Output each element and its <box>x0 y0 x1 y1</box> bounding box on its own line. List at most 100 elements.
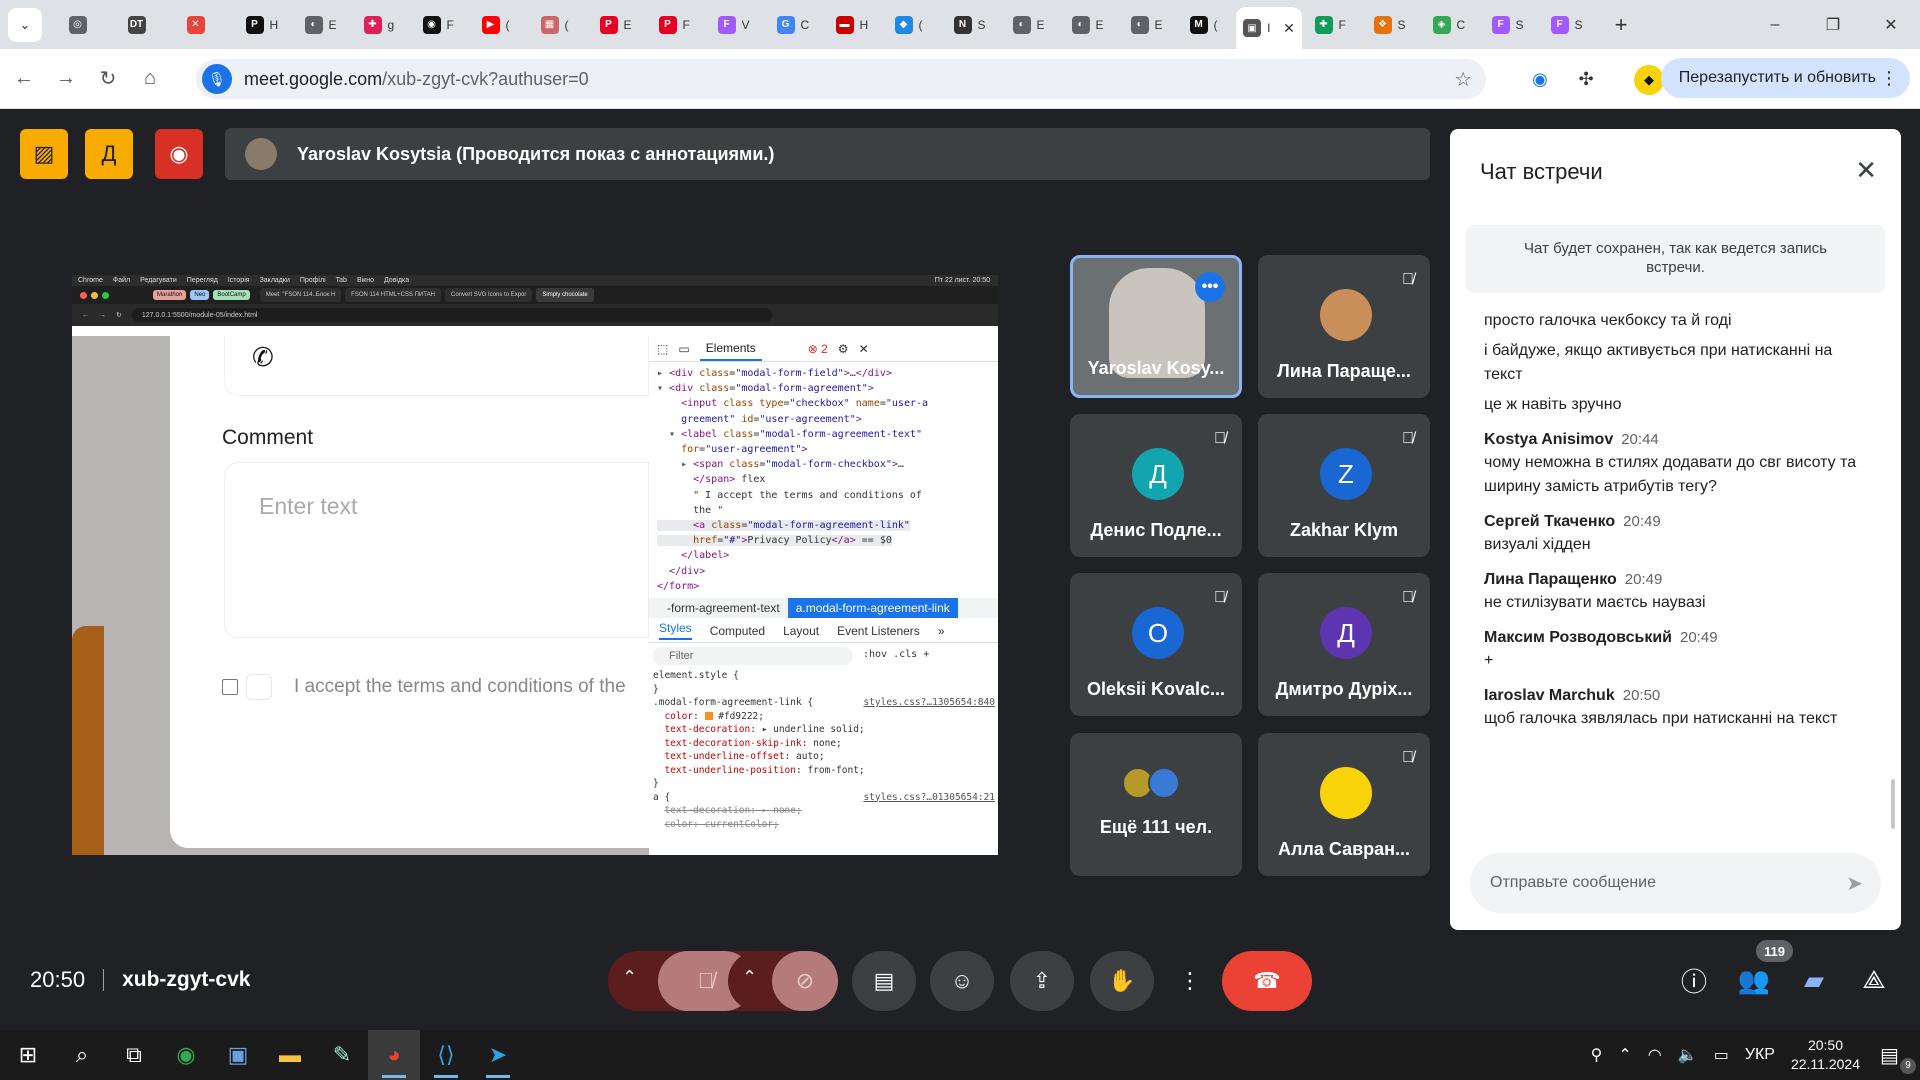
send-icon[interactable]: ➤ <box>1846 871 1863 896</box>
browser-tab[interactable]: ▬ H <box>823 6 882 44</box>
browser-tab[interactable]: FS <box>1538 6 1597 44</box>
presenter-text: Yaroslav Kosytsia (Проводится показ с ан… <box>297 143 775 164</box>
browser-tab[interactable]: GC <box>764 6 823 44</box>
forward-button[interactable]: → <box>48 61 84 97</box>
people-button[interactable]: 👥 <box>1732 958 1776 1002</box>
participant-tile[interactable]: 🎙̸ O Oleksii Kovalc... <box>1070 573 1242 716</box>
browser-tab[interactable]: PE <box>587 6 646 44</box>
menu-dots-icon[interactable]: ⋮ <box>1880 68 1898 89</box>
chrome-app[interactable]: ◕ <box>368 1030 420 1080</box>
participant-tile[interactable]: ••• Yaroslav Kosy... <box>1070 255 1242 398</box>
browser-tab[interactable]: ◐ E <box>1059 6 1118 44</box>
language-indicator[interactable]: УКР <box>1745 1046 1775 1064</box>
camera-off-button[interactable]: ⊘ <box>772 951 838 1011</box>
camera-options-chevron-icon[interactable]: ⌃ <box>742 967 757 988</box>
browser-tab[interactable]: DT <box>115 6 174 44</box>
maps-app[interactable]: ◉ <box>160 1030 212 1080</box>
chat-scrollbar[interactable] <box>1891 779 1895 829</box>
chat-button[interactable]: ▰ <box>1792 958 1836 1002</box>
close-chat-button[interactable]: ✕ <box>1855 155 1877 186</box>
profile-avatar[interactable]: ◆ <box>1634 65 1664 95</box>
task-view-button[interactable]: ⧉ <box>108 1030 160 1080</box>
decorative-strip <box>72 626 104 855</box>
home-button[interactable]: ⌂ <box>132 61 168 97</box>
recording-button[interactable]: ◉ <box>155 129 203 179</box>
browser-tab[interactable]: ✕ <box>174 6 233 44</box>
captions-button[interactable]: ▤ <box>852 951 916 1011</box>
browser-tab[interactable]: ◐ E <box>292 6 351 44</box>
close-window-button[interactable]: ✕ <box>1862 0 1920 49</box>
participant-tile[interactable]: 🎙̸ Лина Параще... <box>1258 255 1430 398</box>
browser-tab[interactable]: ❖ S <box>1361 6 1420 44</box>
minimize-button[interactable]: – <box>1746 0 1804 49</box>
chevron-up-icon[interactable]: ⌃ <box>1618 1045 1631 1065</box>
browser-tab[interactable]: ✚ g <box>351 6 410 44</box>
hand-icon: ✋ <box>1108 968 1136 993</box>
volume-icon[interactable]: 🔈 <box>1678 1045 1698 1065</box>
taskbar-clock[interactable]: 20:50 22.11.2024 <box>1791 1036 1860 1074</box>
styles-pane: element.style { } .modal-form-agreement-… <box>653 670 995 830</box>
browser-tab[interactable]: PH <box>233 6 292 44</box>
reload-icon: ↻ <box>99 68 117 90</box>
bookmark-star-icon[interactable]: ☆ <box>1454 67 1472 92</box>
relaunch-update-button[interactable]: Перезапустить и обновить ⋮ <box>1660 58 1910 98</box>
browser-tab[interactable]: PF <box>646 6 705 44</box>
tab-favicon-icon: M <box>1189 15 1208 34</box>
paint-app[interactable]: ✎ <box>316 1030 368 1080</box>
browser-tab[interactable]: FV <box>705 6 764 44</box>
chat-message-input[interactable]: Отправьте сообщение ➤ <box>1470 853 1881 913</box>
whiteboard-button[interactable]: Д <box>85 129 133 179</box>
bookmark-pill: Neo <box>190 290 210 300</box>
browser-tab[interactable]: ◐ E <box>1118 6 1177 44</box>
new-tab-button[interactable]: + <box>1605 9 1637 41</box>
browser-tab[interactable]: ◐ E <box>1000 6 1059 44</box>
participant-tile[interactable]: 🎙̸ Алла Савран... <box>1258 733 1430 876</box>
camera-control-group: ⌃ ⊘ <box>728 951 838 1011</box>
address-bar[interactable]: 🎙 meet.google.com/xub-zgyt-cvk?authuser=… <box>196 59 1486 99</box>
browser-tab[interactable]: ▦( <box>528 6 587 44</box>
extension-icon[interactable]: ◉ <box>1526 65 1554 93</box>
close-tab-icon[interactable]: ✕ <box>1283 20 1295 37</box>
people-tray-icon[interactable]: ⚲ <box>1591 1045 1603 1065</box>
activities-button[interactable]: ⟁ <box>1852 958 1896 1002</box>
browser-tab[interactable]: ◉ F <box>410 6 469 44</box>
battery-icon[interactable]: ▭ <box>1714 1045 1729 1065</box>
app-icon[interactable]: ▣ <box>212 1030 264 1080</box>
reload-button[interactable]: ↻ <box>90 61 126 97</box>
stop-annotation-button[interactable]: ▨ <box>20 129 68 179</box>
maximize-button[interactable]: ❐ <box>1804 0 1862 49</box>
participant-tile[interactable]: 🎙̸ Z Zakhar Klym <box>1258 414 1430 557</box>
start-button[interactable]: ⊞ <box>0 1030 56 1080</box>
meeting-details-button[interactable]: ⓘ <box>1672 958 1716 1002</box>
participant-tile[interactable]: Ещё 111 чел. <box>1070 733 1242 876</box>
browser-tab[interactable]: FS <box>1479 6 1538 44</box>
participant-tile[interactable]: 🎙̸ Д Денис Подле... <box>1070 414 1242 557</box>
back-button[interactable]: ← <box>6 61 42 97</box>
vscode-app[interactable]: ⟨⟩ <box>420 1030 472 1080</box>
telegram-app[interactable]: ➤ <box>472 1030 524 1080</box>
browser-tab[interactable]: NS <box>941 6 1000 44</box>
tile-options-button[interactable]: ••• <box>1195 272 1225 302</box>
file-explorer[interactable]: ▬ <box>264 1030 316 1080</box>
mic-in-use-icon[interactable]: 🎙 <box>202 64 232 94</box>
leave-call-button[interactable]: ☎ <box>1222 951 1312 1011</box>
mic-options-chevron-icon[interactable]: ⌃ <box>622 967 637 988</box>
extensions-puzzle-icon[interactable]: ✣ <box>1572 65 1600 93</box>
more-options-button[interactable]: ⋮ <box>1168 951 1212 1011</box>
browser-tab-active[interactable]: ▣ I ✕ <box>1236 7 1302 49</box>
browser-tab[interactable]: ◈ C <box>1420 6 1479 44</box>
browser-tab[interactable]: ✚ F <box>1302 6 1361 44</box>
wifi-icon[interactable]: ◠ <box>1648 1045 1662 1065</box>
raise-hand-button[interactable]: ✋ <box>1090 951 1154 1011</box>
present-button[interactable]: ⇪ <box>1010 951 1074 1011</box>
browser-tab[interactable]: ◆( <box>882 6 941 44</box>
tab-search-button[interactable]: ⌄ <box>8 7 42 42</box>
browser-tab[interactable]: ▶( <box>469 6 528 44</box>
notification-center-button[interactable]: ▤ 9 <box>1880 1043 1920 1074</box>
participant-tile[interactable]: 🎙̸ Д Дмитро Дуріх... <box>1258 573 1430 716</box>
phone-icon: ✆ <box>252 342 274 372</box>
search-button[interactable]: ⌕ <box>56 1030 108 1080</box>
browser-tab[interactable]: ◎ <box>56 6 115 44</box>
browser-tab[interactable]: M( <box>1177 6 1236 44</box>
reactions-button[interactable]: ☺ <box>930 951 994 1011</box>
